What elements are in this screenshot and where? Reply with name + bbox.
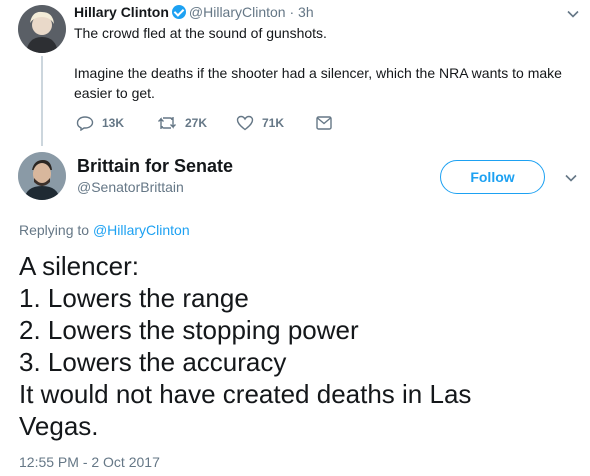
reply-action[interactable]: 13K [76, 114, 124, 132]
tweet-line: 2. Lowers the stopping power [19, 315, 359, 345]
tweet-line: A silencer: [19, 251, 139, 281]
follow-button-label: Follow [470, 169, 515, 185]
hillary-avatar[interactable] [18, 5, 66, 53]
heart-icon [236, 115, 254, 131]
retweet-count: 27K [185, 116, 208, 130]
brittain-more-icon[interactable] [564, 171, 578, 190]
replying-to-prefix: Replying to [19, 222, 90, 238]
dm-action[interactable] [315, 115, 333, 136]
brittain-handle[interactable]: @SenatorBrittain [77, 178, 184, 196]
hillary-name[interactable]: Hillary Clinton [74, 4, 169, 20]
envelope-icon [316, 116, 332, 130]
hillary-text-line: The crowd fled at the sound of gunshots. [74, 25, 327, 41]
follow-button[interactable]: Follow [440, 160, 545, 194]
retweet-action[interactable]: 27K [157, 114, 207, 132]
tweet-timestamp[interactable]: 12:55 PM - 2 Oct 2017 [19, 453, 160, 471]
verified-badge-icon [171, 5, 186, 19]
hillary-time[interactable]: 3h [298, 4, 314, 20]
hillary-handle[interactable]: @HillaryClinton [189, 4, 286, 20]
hillary-text-line: Imagine the deaths if the shooter had a … [74, 65, 562, 81]
retweet-icon [158, 117, 176, 129]
like-count: 71K [262, 116, 285, 130]
brittain-name[interactable]: Brittain for Senate [77, 155, 233, 177]
replying-to-handle[interactable]: @HillaryClinton [93, 222, 190, 238]
replying-to: Replying to @HillaryClinton [19, 221, 190, 239]
tweet-body: A silencer: 1. Lowers the range 2. Lower… [19, 250, 579, 442]
reply-icon [76, 116, 94, 131]
hillary-text-line: easier to get. [74, 85, 155, 101]
like-action[interactable]: 71K [236, 114, 284, 132]
hillary-tweet-text: The crowd fled at the sound of gunshots.… [74, 23, 574, 103]
tweet-line: Vegas. [19, 411, 99, 441]
thread-connector-line [41, 56, 43, 146]
time-separator: · [289, 4, 295, 20]
reply-count: 13K [102, 116, 125, 130]
hillary-header: Hillary Clinton @HillaryClinton · 3h [74, 3, 314, 21]
tweet-line: It would not have created deaths in Las [19, 379, 472, 409]
brittain-avatar[interactable] [18, 152, 66, 200]
tweet-line: 3. Lowers the accuracy [19, 347, 287, 377]
tweet-line: 1. Lowers the range [19, 283, 249, 313]
